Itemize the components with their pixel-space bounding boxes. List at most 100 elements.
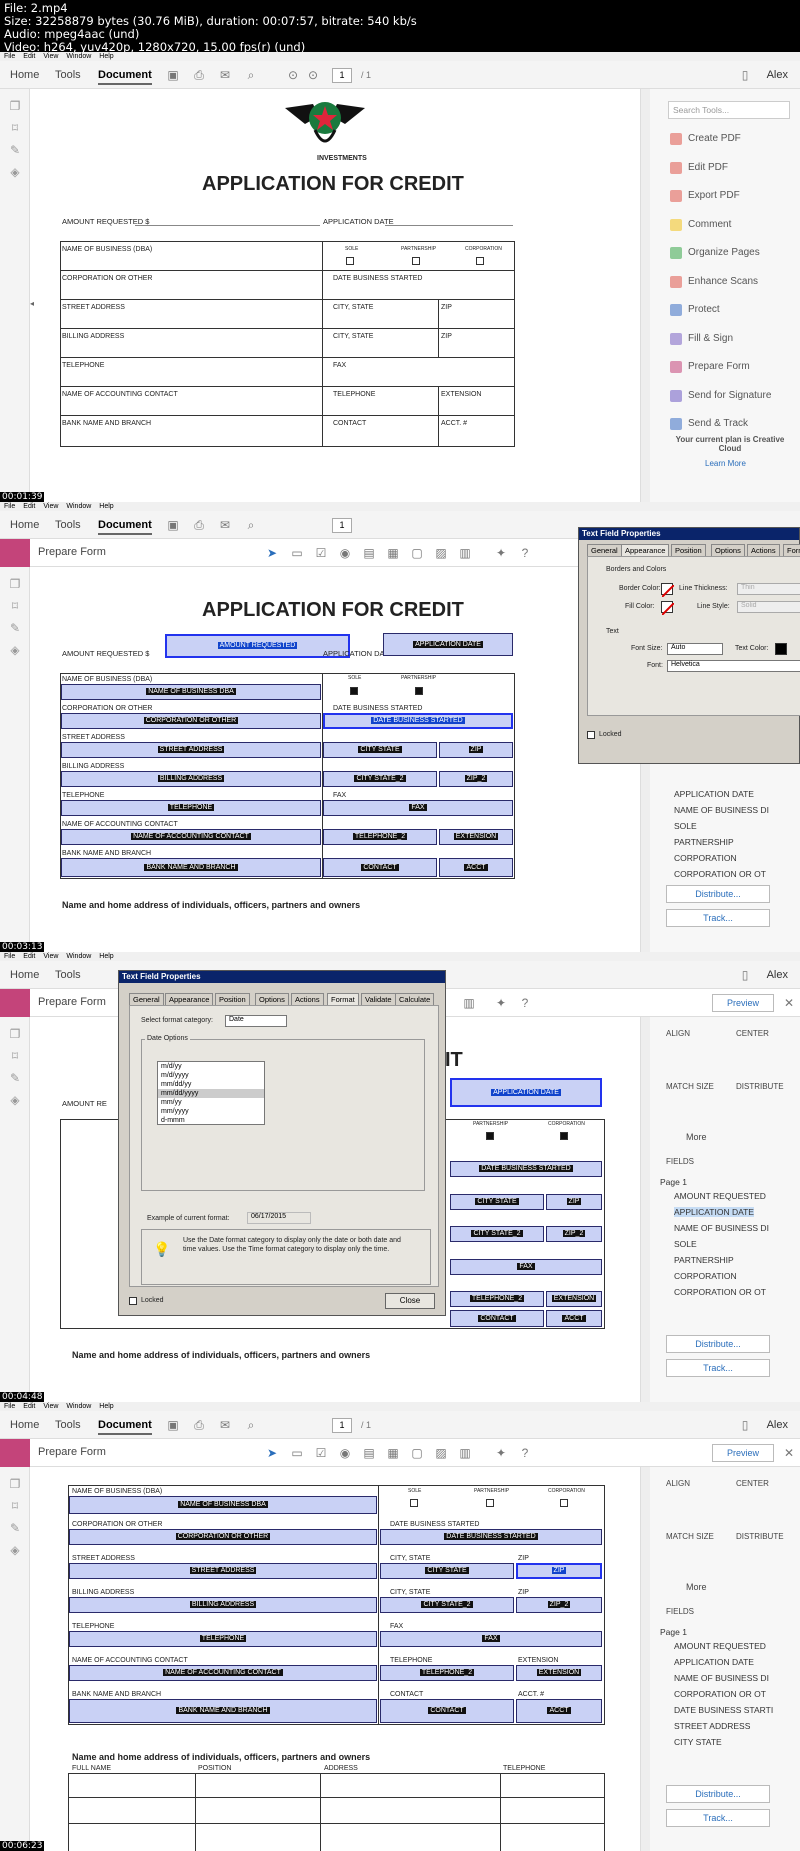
accounting-contact-field[interactable]: NAME OF ACCOUNTING CONTACT <box>61 829 321 845</box>
sole-checkbox[interactable] <box>346 257 354 265</box>
city-state-field[interactable]: CITY STATE <box>450 1194 544 1210</box>
date-format-option[interactable]: mm/yyyy <box>158 1107 264 1116</box>
page-up-icon[interactable]: ⊙ <box>286 68 300 82</box>
corporation-checkbox[interactable] <box>560 1132 568 1140</box>
layers-icon[interactable]: ◈ <box>8 643 22 657</box>
save-icon[interactable]: ▣ <box>166 1418 180 1432</box>
menu-file[interactable]: File <box>4 1403 15 1410</box>
attachment-icon[interactable]: ✎ <box>8 1521 22 1535</box>
menu-window[interactable]: Window <box>66 953 91 960</box>
accounting-contact-field[interactable]: NAME OF ACCOUNTING CONTACT <box>69 1665 377 1681</box>
tab-actions[interactable]: Actions <box>747 544 780 556</box>
field-tree-item[interactable]: CORPORATION <box>674 1271 737 1281</box>
close-icon[interactable]: ✕ <box>782 1446 796 1460</box>
fill-color-swatch[interactable] <box>661 601 675 616</box>
partnership-checkbox[interactable] <box>412 257 420 265</box>
save-icon[interactable]: ▣ <box>166 68 180 82</box>
date-business-started-field[interactable]: DATE BUSINESS STARTED <box>323 713 513 729</box>
preview-button[interactable]: Preview <box>712 994 774 1012</box>
tool-item[interactable]: Export PDF <box>666 190 796 206</box>
field-tree-item[interactable]: CORPORATION OR OT <box>674 1689 766 1699</box>
city-state-2-field[interactable]: CITY STATE_2 <box>323 771 437 787</box>
tool-item[interactable]: Comment <box>666 218 796 235</box>
contact-field[interactable]: CONTACT <box>323 858 437 877</box>
dropdown-tool-icon[interactable]: ▦ <box>386 1446 400 1460</box>
menu-edit[interactable]: Edit <box>23 503 35 510</box>
tab-calculate[interactable]: Calculate <box>395 993 435 1005</box>
button-tool-icon[interactable]: ▢ <box>410 1446 424 1460</box>
font-size-select[interactable]: Auto <box>667 643 723 655</box>
corporation-checkbox[interactable] <box>560 1499 568 1507</box>
city-state-field[interactable]: CITY STATE <box>380 1563 514 1579</box>
text-field-icon[interactable]: ▭ <box>290 1446 304 1460</box>
bookmark-icon[interactable]: ⌑ <box>8 1049 22 1063</box>
listbox-tool-icon[interactable]: ▤ <box>362 1446 376 1460</box>
track-button[interactable]: Track... <box>666 1359 770 1377</box>
extension-field[interactable]: EXTENSION <box>516 1665 602 1681</box>
locked-checkbox[interactable] <box>587 731 595 739</box>
menu-edit[interactable]: Edit <box>23 53 35 60</box>
text-field-icon[interactable]: ▭ <box>290 546 304 560</box>
partnership-checkbox[interactable] <box>486 1132 494 1140</box>
listbox-tool-icon[interactable]: ▤ <box>362 546 376 560</box>
field-tree-item[interactable]: CORPORATION OR OT <box>674 869 766 879</box>
page-number-input[interactable]: 1 <box>332 1418 352 1433</box>
tab-format[interactable]: Format <box>783 544 800 556</box>
select-arrow-icon[interactable]: ➤ <box>265 1446 279 1460</box>
field-tree-item[interactable]: AMOUNT REQUESTED <box>674 1191 766 1201</box>
close-icon[interactable]: ✕ <box>782 996 796 1010</box>
city-state-2-field[interactable]: CITY STATE_2 <box>450 1226 544 1242</box>
tool-item[interactable]: Send & Track <box>666 418 796 434</box>
zip-field[interactable]: ZIP <box>516 1563 602 1579</box>
date-format-option[interactable]: mm/dd/yy <box>158 1080 264 1089</box>
checkbox-tool-icon[interactable]: ☑ <box>314 546 328 560</box>
tab-options[interactable]: Options <box>711 544 745 556</box>
menu-edit[interactable]: Edit <box>23 953 35 960</box>
tool-item[interactable]: Create PDF <box>666 133 796 149</box>
date-format-option[interactable]: m/d/yy <box>158 1062 264 1071</box>
date-business-started-field[interactable]: DATE BUSINESS STARTED <box>380 1529 602 1545</box>
tab-general[interactable]: General <box>129 993 164 1005</box>
help-icon[interactable]: ? <box>518 996 532 1010</box>
search-icon[interactable]: ⌕ <box>244 518 258 532</box>
search-icon[interactable]: ⌕ <box>244 68 258 82</box>
field-tree-item[interactable]: CORPORATION <box>674 853 737 863</box>
tab-options[interactable]: Options <box>255 993 289 1005</box>
date-format-list[interactable]: m/d/yy m/d/yyyy mm/dd/yy mm/dd/yyyy mm/yy mm/… <box>157 1061 265 1125</box>
pages-icon[interactable]: ❐ <box>8 1027 22 1041</box>
distribute-button[interactable]: Distribute... <box>666 885 770 903</box>
tab-document[interactable]: Document <box>98 519 152 535</box>
prepare-form-dropdown[interactable]: Prepare Form <box>38 1446 106 1458</box>
date-business-started-field[interactable]: DATE BUSINESS STARTED <box>450 1161 602 1177</box>
tool-item[interactable]: Organize Pages <box>666 247 796 263</box>
image-tool-icon[interactable]: ▨ <box>434 1446 448 1460</box>
text-color-swatch[interactable] <box>775 643 787 655</box>
zip-2-field[interactable]: ZIP_2 <box>439 771 513 787</box>
prepare-form-dropdown[interactable]: Prepare Form <box>38 996 106 1008</box>
corporation-or-other-field[interactable]: CORPORATION OR OTHER <box>61 713 321 729</box>
tool-item[interactable]: Fill & Sign <box>666 332 796 349</box>
distribute-button[interactable]: Distribute... <box>666 1335 770 1353</box>
tab-tools[interactable]: Tools <box>55 69 81 81</box>
telephone-2-field[interactable]: TELEPHONE_2 <box>450 1291 544 1307</box>
pin-icon[interactable]: ✦ <box>494 546 508 560</box>
format-category-select[interactable]: Date <box>225 1015 287 1027</box>
application-date-field[interactable]: APPLICATION DATE <box>383 633 513 656</box>
billing-address-field[interactable]: BILLING ADDRESS <box>61 771 321 787</box>
checkbox-tool-icon[interactable]: ☑ <box>314 1446 328 1460</box>
field-tree-item[interactable]: PARTNERSHIP <box>674 1255 734 1265</box>
menu-file[interactable]: File <box>4 953 15 960</box>
page-number-input[interactable]: 1 <box>332 68 352 83</box>
bookmark-icon[interactable]: ⌑ <box>8 121 22 135</box>
line-style-select[interactable]: Solid <box>737 601 800 613</box>
font-select[interactable]: Helvetica <box>667 660 800 672</box>
page-number-input[interactable]: 1 <box>332 518 352 533</box>
bookmark-icon[interactable]: ⌑ <box>8 599 22 613</box>
pages-icon[interactable]: ❐ <box>8 577 22 591</box>
prepare-form-dropdown[interactable]: Prepare Form <box>38 546 106 558</box>
tab-tools[interactable]: Tools <box>55 1419 81 1431</box>
button-tool-icon[interactable]: ▢ <box>410 546 424 560</box>
bank-name-field[interactable]: BANK NAME AND BRANCH <box>61 858 321 877</box>
help-icon[interactable]: ? <box>518 1446 532 1460</box>
menu-view[interactable]: View <box>43 53 58 60</box>
